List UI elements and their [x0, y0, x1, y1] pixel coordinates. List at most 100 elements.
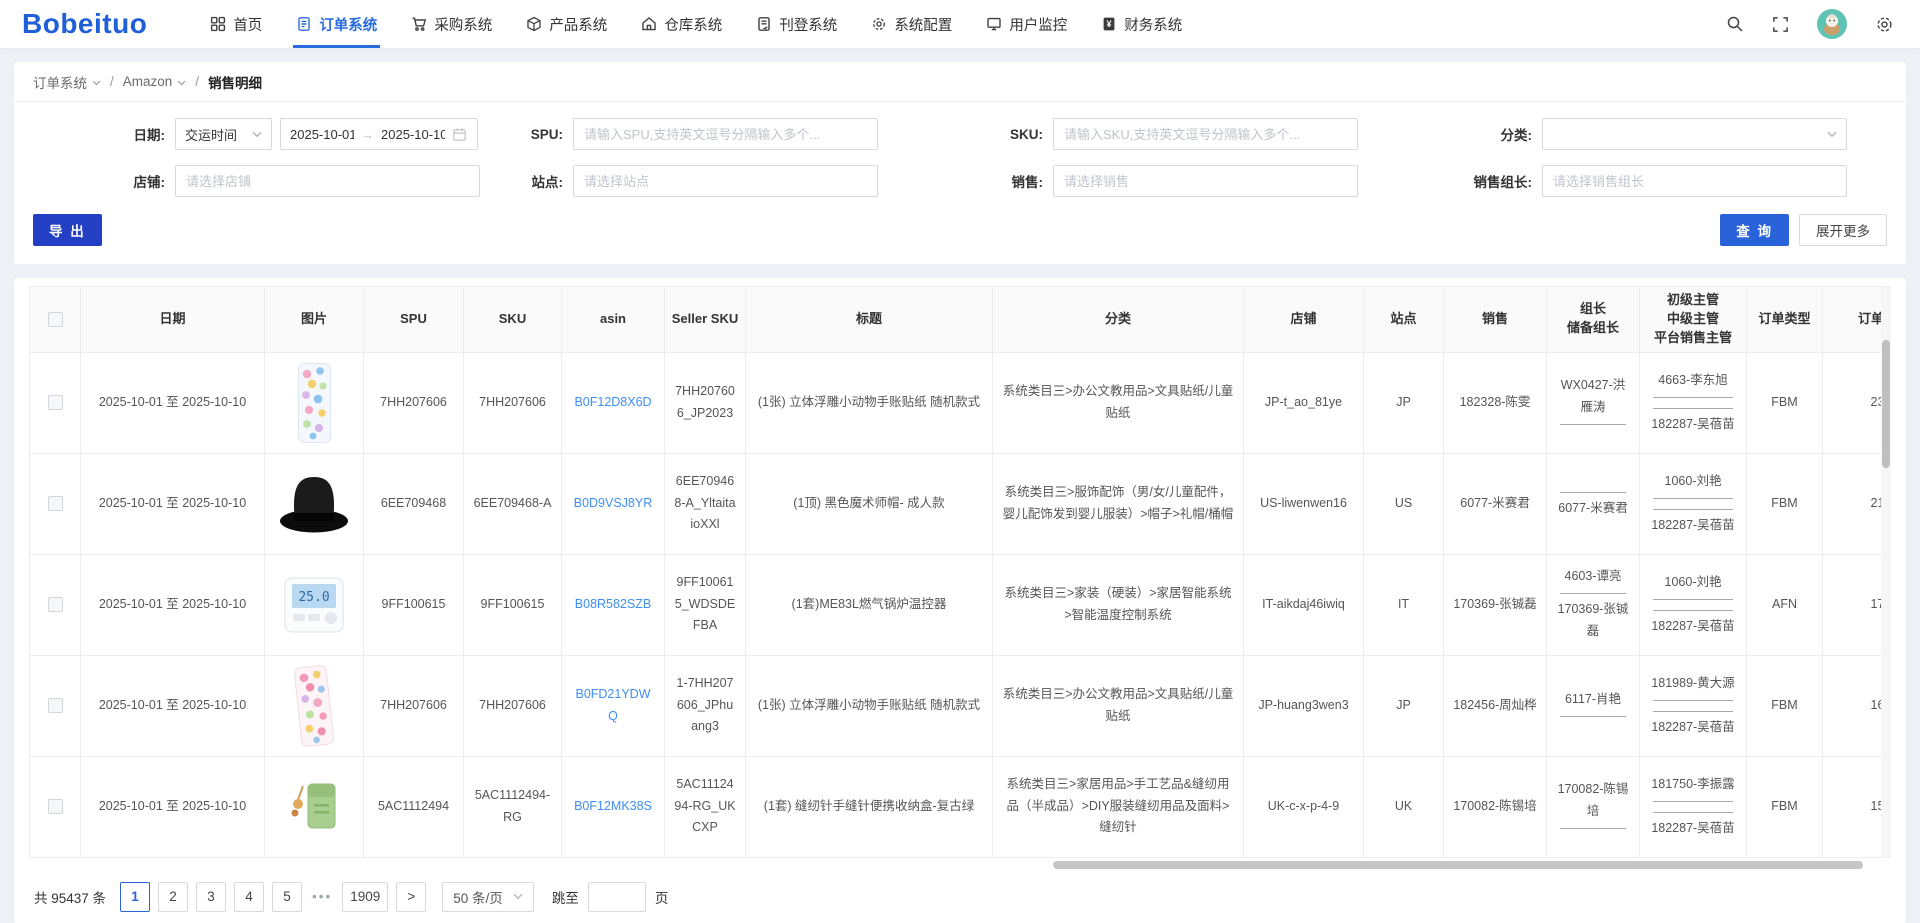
page-button-1[interactable]: 1	[120, 882, 150, 912]
publish-icon	[756, 16, 772, 32]
nav-item-warehouse[interactable]: 仓库系统	[624, 0, 739, 48]
col-header-title: 标题	[746, 287, 993, 353]
next-page-button[interactable]: >	[396, 882, 426, 912]
pagination-ellipsis[interactable]: •••	[312, 889, 332, 904]
page-button-5[interactable]: 5	[272, 882, 302, 912]
product-image-sticker-sheet-blue	[274, 362, 354, 444]
row-checkbox[interactable]	[48, 395, 63, 410]
date-type-select[interactable]: 交运时间	[175, 118, 272, 150]
filter-shop: 店铺:	[33, 165, 515, 197]
breadcrumb-item-label: Amazon	[123, 74, 173, 89]
page-button-2[interactable]: 2	[158, 882, 188, 912]
name-divider	[1653, 610, 1732, 611]
cell-sales: 170369-张铖磊	[1444, 554, 1547, 655]
nav-item-label: 产品系统	[549, 14, 607, 35]
vertical-scrollbar[interactable]	[1882, 340, 1890, 468]
category-select[interactable]	[1542, 118, 1847, 150]
select-all-checkbox[interactable]	[48, 312, 63, 327]
asin-link[interactable]: B0F12D8X6D	[574, 395, 651, 409]
asin-link[interactable]: B0FD21YDWQ	[575, 687, 650, 723]
nav-item-product[interactable]: 产品系统	[509, 0, 624, 48]
page-button-far[interactable]: 1909	[342, 882, 388, 912]
nav-item-purchase[interactable]: 采购系统	[394, 0, 509, 48]
table-card: 日期图片SPUSKUasinSeller SKU标题分类店铺站点销售组长 储备组…	[14, 278, 1906, 923]
person-name: 182287-吴蓓苗	[1651, 717, 1734, 739]
expand-more-button[interactable]: 展开更多	[1799, 214, 1887, 246]
page-buttons: 12345	[120, 882, 302, 912]
cell-managers: 1060-刘艳182287-吴蓓苗	[1640, 453, 1747, 554]
sales-leader-input[interactable]	[1542, 165, 1847, 197]
cell-sales: 182328-陈雯	[1444, 352, 1547, 453]
name-divider	[1653, 711, 1732, 712]
breadcrumb-item-0[interactable]: 订单系统	[33, 72, 101, 92]
person-name: 181750-李振露	[1651, 774, 1734, 796]
nav-item-order[interactable]: 订单系统	[279, 0, 394, 48]
asin-link[interactable]: B0D9VSJ8YR	[574, 496, 653, 510]
nav-item-config[interactable]: 系统配置	[854, 0, 969, 48]
site-input[interactable]	[573, 165, 878, 197]
chevron-down-icon	[177, 74, 186, 89]
order-icon	[296, 16, 312, 32]
query-button[interactable]: 查 询	[1720, 214, 1789, 246]
nav-item-label: 系统配置	[894, 14, 952, 35]
cell-managers: 181989-黄大源182287-吴蓓苗	[1640, 655, 1747, 756]
manager-group: 181989-黄大源182287-吴蓓苗	[1649, 673, 1737, 739]
calendar-icon	[452, 127, 467, 142]
breadcrumb-item-1[interactable]: Amazon	[123, 74, 187, 89]
asin-link[interactable]: B08R582SZB	[575, 597, 651, 611]
jump-page-input[interactable]	[588, 882, 646, 912]
manager-group: 1060-刘艳182287-吴蓓苗	[1649, 572, 1737, 638]
spu-input[interactable]	[573, 118, 878, 150]
cell-asin: B0FD21YDWQ	[562, 655, 665, 756]
sales-detail-table: 日期图片SPUSKUasinSeller SKU标题分类店铺站点销售组长 储备组…	[29, 286, 1891, 858]
table-body: 2025-10-01 至 2025-10-107HH2076067HH20760…	[30, 352, 1892, 857]
nav-item-home[interactable]: 首页	[193, 0, 279, 48]
filter-sku: SKU:	[995, 118, 1450, 150]
row-checkbox[interactable]	[48, 698, 63, 713]
nav-item-publish[interactable]: 刊登系统	[739, 0, 854, 48]
name-divider	[1653, 509, 1732, 510]
chevron-down-icon	[92, 74, 101, 89]
cell-asin: B0F12D8X6D	[562, 352, 665, 453]
table-row: 2025-10-01 至 2025-10-1025.09FF1006159FF1…	[30, 554, 1892, 655]
search-icon[interactable]	[1726, 15, 1744, 33]
cell-image	[265, 655, 364, 756]
table-header-row: 日期图片SPUSKUasinSeller SKU标题分类店铺站点销售组长 储备组…	[30, 287, 1892, 353]
settings-gear-icon[interactable]	[1875, 15, 1894, 34]
asin-link[interactable]: B0F12MK38S	[574, 799, 652, 813]
sku-input[interactable]	[1053, 118, 1358, 150]
date-range-picker[interactable]: 2025-10-01 → 2025-10-10	[280, 118, 478, 150]
nav-item-finance[interactable]: ¥财务系统	[1084, 0, 1199, 48]
row-checkbox[interactable]	[48, 496, 63, 511]
cell-title: (1张) 立体浮雕小动物手账贴纸 随机款式	[746, 352, 993, 453]
brand-logo[interactable]: Bobeituo	[22, 8, 147, 40]
export-button[interactable]: 导 出	[33, 214, 102, 246]
person-name: WX0427-洪雁涛	[1556, 375, 1630, 419]
cell-site: JP	[1364, 655, 1444, 756]
product-image-sticker-sheet-pink	[274, 665, 354, 747]
product-image-top-hat	[274, 472, 354, 536]
leader-group: 4603-谭亮170369-张铖磊	[1556, 566, 1630, 643]
shop-input[interactable]	[175, 165, 480, 197]
row-checkbox[interactable]	[48, 597, 63, 612]
row-checkbox[interactable]	[48, 799, 63, 814]
cell-seller_sku: 1-7HH207606_JPhuang3	[665, 655, 746, 756]
page-button-3[interactable]: 3	[196, 882, 226, 912]
filter-spu: SPU:	[515, 118, 995, 150]
fullscreen-icon[interactable]	[1772, 16, 1789, 33]
page-button-4[interactable]: 4	[234, 882, 264, 912]
cell-leader: 170082-陈锡培	[1547, 756, 1640, 857]
cell-leader: 6077-米赛君	[1547, 453, 1640, 554]
cell-date: 2025-10-01 至 2025-10-10	[81, 554, 265, 655]
avatar[interactable]	[1817, 9, 1847, 39]
cell-title: (1套)ME83L燃气锅炉温控器	[746, 554, 993, 655]
nav-item-monitor[interactable]: 用户监控	[969, 0, 1084, 48]
svg-text:25.0: 25.0	[298, 590, 329, 605]
sales-input[interactable]	[1053, 165, 1358, 197]
horizontal-scrollbar[interactable]	[1053, 861, 1863, 869]
cell-category: 系统类目三>家居用品>手工艺品&缝纫用品（半成品）>DIY服装缝纫用品及面料>缝…	[993, 756, 1244, 857]
cell-date: 2025-10-01 至 2025-10-10	[81, 655, 265, 756]
page-size-select[interactable]: 50 条/页	[442, 882, 534, 912]
cell-managers: 181750-李振露182287-吴蓓苗	[1640, 756, 1747, 857]
col-header-image: 图片	[265, 287, 364, 353]
